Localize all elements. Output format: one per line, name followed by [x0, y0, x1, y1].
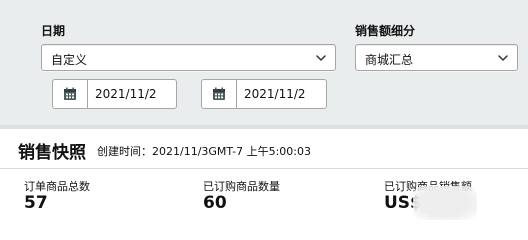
- redaction-blur: [413, 186, 477, 220]
- snapshot-header-rule: [0, 168, 528, 169]
- date-range-select[interactable]: 自定义: [41, 44, 336, 71]
- end-date-value: 2021/11/2: [244, 87, 306, 101]
- date-label: 日期: [41, 24, 66, 38]
- end-date-calendar-button[interactable]: [202, 80, 237, 108]
- section-divider: [0, 125, 528, 129]
- end-date-field[interactable]: 2021/11/2: [201, 79, 327, 109]
- filter-panel: 日期 自定义 2021/11/2 2021/11/2 销售额细分 商城汇总: [0, 0, 528, 125]
- metric-value-total-order-items: 57: [24, 193, 48, 213]
- chevron-down-icon: [316, 55, 326, 61]
- start-date-calendar-button[interactable]: [53, 80, 88, 108]
- metric-value-units-ordered: 60: [203, 193, 227, 213]
- breakdown-label: 销售额细分: [355, 24, 416, 38]
- metric-label-units-ordered: 已订购商品数量: [203, 180, 280, 193]
- breakdown-select[interactable]: 商城汇总: [355, 44, 518, 71]
- calendar-icon: [64, 87, 76, 100]
- calendar-icon: [213, 87, 225, 100]
- start-date-field[interactable]: 2021/11/2: [52, 79, 177, 109]
- date-range-value: 自定义: [51, 53, 88, 67]
- start-date-value: 2021/11/2: [95, 87, 157, 101]
- metric-label-total-order-items: 订单商品总数: [24, 180, 90, 193]
- snapshot-title: 销售快照: [18, 143, 86, 163]
- chevron-down-icon: [498, 55, 508, 61]
- snapshot-created-time: 创建时间：2021/11/3GMT-7 上午5:00:03: [97, 145, 311, 158]
- breakdown-value: 商城汇总: [365, 53, 414, 67]
